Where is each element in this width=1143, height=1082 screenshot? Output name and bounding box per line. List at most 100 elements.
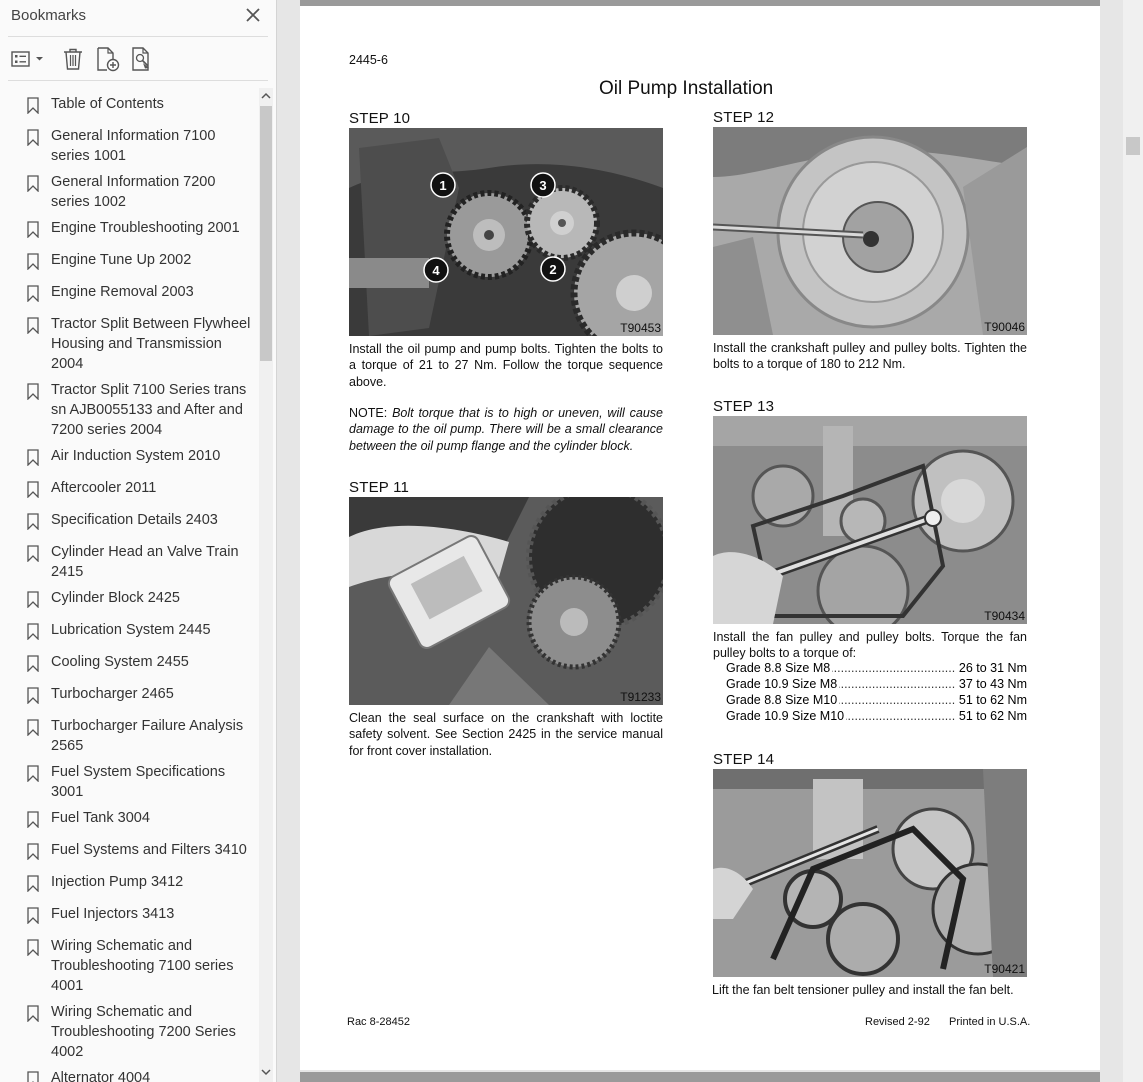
note-text: Bolt torque that is to high or uneven, w… <box>349 406 663 453</box>
divider <box>8 80 268 81</box>
page-header-code: 2445-6 <box>349 53 388 67</box>
bookmark-item[interactable]: Lubrication System 2445 <box>0 620 258 640</box>
bookmark-icon <box>27 907 39 924</box>
close-icon <box>246 8 260 22</box>
bookmark-icon <box>27 175 39 192</box>
bookmark-label: Tractor Split 7100 Series trans sn AJB00… <box>51 382 247 438</box>
delete-bookmark-button[interactable] <box>60 45 86 73</box>
bookmark-item[interactable]: Wiring Schematic and Troubleshooting 720… <box>0 1002 258 1062</box>
bookmark-item[interactable]: General Information 7100 series 1001 <box>0 126 258 166</box>
bookmark-label: Injection Pump 3412 <box>51 874 184 890</box>
bookmark-item[interactable]: Engine Removal 2003 <box>0 282 258 302</box>
spec-row: ........................................… <box>726 661 1027 677</box>
new-bookmark-button[interactable] <box>94 45 122 73</box>
step-14-photo: T90421 <box>713 769 1027 977</box>
bookmark-icon <box>27 811 39 828</box>
note-label: NOTE: <box>349 406 388 420</box>
footer-document-code: Rac 8-28452 <box>347 1016 410 1028</box>
photo-code: T91233 <box>620 690 661 704</box>
bookmark-item[interactable]: Alternator 4004 <box>0 1068 258 1082</box>
step-10-caption: Install the oil pump and pump bolts. Tig… <box>349 342 663 389</box>
spec-label: Grade 10.9 Size M10 <box>726 709 847 723</box>
trash-icon <box>64 48 82 70</box>
footer-revised: Revised 2-92 <box>865 1016 930 1028</box>
bookmark-label: General Information 7100 series 1001 <box>51 128 216 164</box>
callout-1: 1 <box>439 178 447 193</box>
crankshaft-pulley-image <box>713 127 1027 335</box>
bookmark-icon <box>27 285 39 302</box>
bookmark-label: Fuel System Specifications 3001 <box>51 764 226 800</box>
scrollbar-thumb[interactable] <box>1126 137 1140 155</box>
footer-printed: Printed in U.S.A. <box>949 1016 1031 1028</box>
bookmark-item[interactable]: Wiring Schematic and Troubleshooting 710… <box>0 936 258 996</box>
bookmark-label: Tractor Split Between Flywheel Housing a… <box>51 316 251 372</box>
bookmark-item[interactable]: Fuel Tank 3004 <box>0 808 258 828</box>
scrollbar-thumb[interactable] <box>260 106 272 361</box>
options-menu-button[interactable] <box>9 45 47 73</box>
document-viewport[interactable]: 2445-6 Oil Pump Installation STEP 10 1 3… <box>278 0 1143 1082</box>
bookmark-icon <box>27 513 39 530</box>
bookmark-icon <box>27 655 39 672</box>
bookmark-item[interactable]: Fuel System Specifications 3001 <box>0 762 258 802</box>
bookmark-icon <box>27 875 39 892</box>
bookmark-item[interactable]: Fuel Injectors 3413 <box>0 904 258 924</box>
bookmark-label: Wiring Schematic and Troubleshooting 720… <box>51 1004 236 1060</box>
spec-label: Grade 8.8 Size M8 <box>726 661 833 675</box>
bookmark-icon <box>27 383 39 400</box>
bookmarks-toolbar <box>0 40 277 78</box>
page-title: Oil Pump Installation <box>599 78 774 99</box>
bookmark-item[interactable]: Turbocharger Failure Analysis 2565 <box>0 716 258 756</box>
bookmark-item[interactable]: General Information 7200 series 1002 <box>0 172 258 212</box>
bookmark-icon <box>27 843 39 860</box>
bookmark-item[interactable]: Specification Details 2403 <box>0 510 258 530</box>
bookmark-label: Engine Removal 2003 <box>51 284 194 300</box>
bookmark-icon <box>27 545 39 562</box>
bookmarks-panel: Bookmarks Table of Contents General Info… <box>0 0 277 1082</box>
bookmark-item[interactable]: Cylinder Block 2425 <box>0 588 258 608</box>
bookmark-item[interactable]: Table of Contents <box>0 94 258 114</box>
step-12-title: STEP 12 <box>713 109 775 126</box>
bookmark-item[interactable]: Tractor Split 7100 Series trans sn AJB00… <box>0 380 258 440</box>
bookmark-label: Turbocharger 2465 <box>51 686 174 702</box>
bookmark-item[interactable]: Tractor Split Between Flywheel Housing a… <box>0 314 258 374</box>
list-options-icon <box>11 51 43 67</box>
bookmark-icon <box>27 719 39 736</box>
bookmark-icon <box>27 765 39 782</box>
bookmark-label: Cylinder Head an Valve Train 2415 <box>51 544 239 580</box>
bookmark-label: Fuel Tank 3004 <box>51 810 150 826</box>
next-page-edge <box>300 1072 1100 1082</box>
bookmark-icon <box>27 317 39 334</box>
bookmark-label: Air Induction System 2010 <box>51 448 221 464</box>
step-11-caption: Clean the seal surface on the crankshaft… <box>349 711 663 758</box>
spec-value: 51 to 62 Nm <box>954 693 1027 707</box>
bookmark-icon <box>27 253 39 270</box>
scroll-down-button[interactable] <box>259 1064 273 1080</box>
step-11-photo: T91233 <box>349 497 663 705</box>
add-bookmark-icon <box>97 47 120 72</box>
bookmark-item[interactable]: Cooling System 2455 <box>0 652 258 672</box>
document-page: 2445-6 Oil Pump Installation STEP 10 1 3… <box>300 6 1100 1070</box>
bookmark-icon <box>27 591 39 608</box>
bookmark-item[interactable]: Air Induction System 2010 <box>0 446 258 466</box>
bookmark-icon <box>27 449 39 466</box>
step-14-caption: Lift the fan belt tensioner pulley and i… <box>712 983 1014 997</box>
bookmark-label: Cylinder Block 2425 <box>51 590 180 606</box>
scroll-up-button[interactable] <box>259 88 273 104</box>
close-panel-button[interactable] <box>244 6 262 24</box>
callout-2: 2 <box>549 262 557 277</box>
bookmark-item[interactable]: Injection Pump 3412 <box>0 872 258 892</box>
step-10-note: NOTE: Bolt torque that is to high or une… <box>349 405 663 454</box>
photo-code: T90046 <box>984 320 1025 334</box>
find-bookmark-button[interactable] <box>129 45 157 73</box>
bookmark-item[interactable]: Engine Troubleshooting 2001 <box>0 218 258 238</box>
bookmark-item[interactable]: Fuel Systems and Filters 3410 <box>0 840 258 860</box>
bookmark-item[interactable]: Engine Tune Up 2002 <box>0 250 258 270</box>
bookmark-icon <box>27 939 39 956</box>
bookmark-icon <box>27 221 39 238</box>
bookmarks-scrollbar[interactable] <box>259 88 273 1082</box>
document-scrollbar[interactable] <box>1123 0 1143 1082</box>
bookmark-item[interactable]: Aftercooler 2011 <box>0 478 258 498</box>
bookmark-item[interactable]: Cylinder Head an Valve Train 2415 <box>0 542 258 582</box>
bookmark-item[interactable]: Turbocharger 2465 <box>0 684 258 704</box>
bookmark-icon <box>27 1005 39 1022</box>
